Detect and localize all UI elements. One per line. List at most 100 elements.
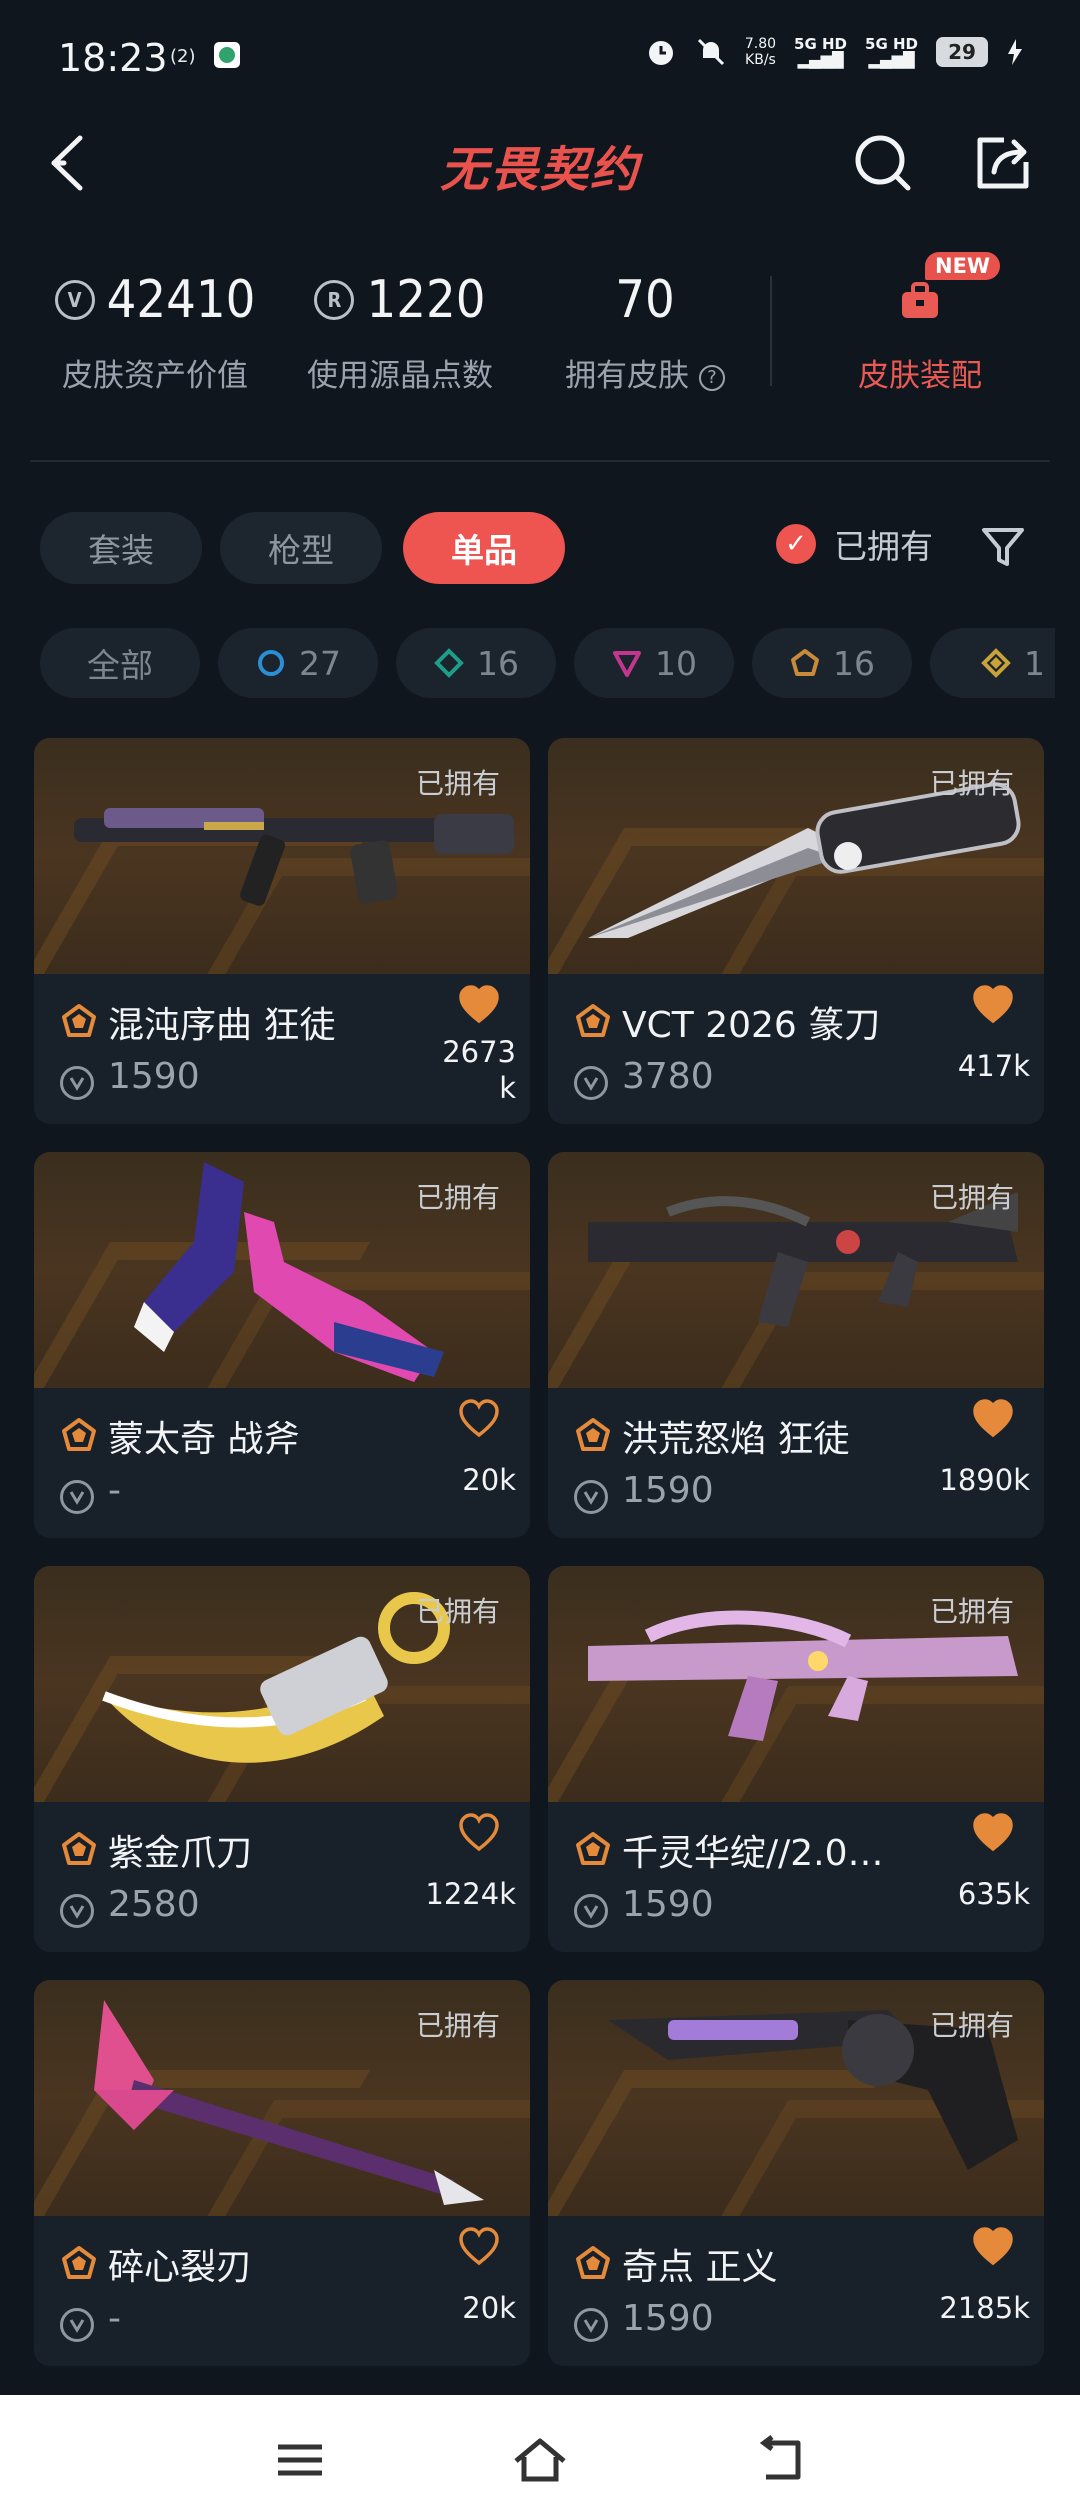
heart-icon[interactable] [458, 2226, 500, 2268]
alarm-icon [648, 41, 673, 65]
stat-owned-skins: 70 拥有皮肤 ? [555, 260, 735, 395]
stat-radianite: R 1220 使用源晶点数 [290, 260, 510, 395]
search-icon[interactable] [850, 130, 916, 196]
system-nav-bar [0, 2395, 1080, 2520]
skin-card[interactable]: 已拥有 蒙太奇 战斧 - 20k [34, 1152, 530, 1538]
exclusive-tier-icon [576, 1004, 610, 1037]
exclusive-tier-icon [576, 2246, 610, 2279]
skin-card[interactable]: 已拥有 混沌序曲 狂徒 1590 2673k [34, 738, 530, 1124]
skin-image: 已拥有 [34, 1152, 530, 1388]
owned-filter-label: 已拥有 [834, 527, 933, 566]
premium-tier-icon [613, 651, 641, 677]
skin-card[interactable]: 已拥有 碎心裂刃 - 20k [34, 1980, 530, 2366]
vp-price-icon [574, 1480, 608, 1514]
asset-value: 42410 [106, 270, 256, 330]
owned-filter-toggle[interactable]: ✓ 已拥有 [776, 520, 933, 568]
skin-card[interactable]: 已拥有 VCT 2026 篆刀 3780 417k [548, 738, 1044, 1124]
heart-icon[interactable] [458, 1398, 500, 1440]
skin-price: - [108, 2298, 121, 2339]
owned-tag: 已拥有 [929, 2009, 1014, 2042]
chip-exclusive-tier[interactable]: 16 [752, 628, 912, 698]
heart-icon[interactable] [972, 984, 1014, 1026]
heart-icon[interactable] [458, 1812, 500, 1854]
chip-count: 16 [833, 643, 875, 683]
tab-sets[interactable]: 套装 [40, 512, 202, 584]
skin-name: VCT 2026 篆刀 [622, 1005, 881, 1046]
help-icon[interactable]: ? [698, 364, 725, 391]
skin-card[interactable]: 已拥有 奇点 正义 1590 2185k [548, 1980, 1044, 2366]
vp-price-icon [60, 1480, 94, 1514]
vp-price-icon [574, 1066, 608, 1100]
exclusive-tier-icon [62, 1832, 96, 1865]
vp-price-icon [574, 2308, 608, 2342]
vp-price-icon [574, 1894, 608, 1928]
owned-tag: 已拥有 [415, 1595, 500, 1628]
skin-name: 碎心裂刃 [108, 2247, 253, 2288]
signal-sim2: 5G HD ▂▄▆█ [865, 35, 918, 69]
status-bar: 18:23 (2) 7.80 KB/s 5G HD ▂▄▆█ 5G HD ▂▄▆█ … [0, 0, 1080, 120]
tab-single[interactable]: 单品 [403, 512, 565, 584]
heart-icon[interactable] [972, 2226, 1014, 2268]
chip-count: 1 [1024, 643, 1045, 683]
share-icon[interactable] [970, 130, 1036, 196]
outfit-icon [902, 282, 938, 318]
chip-all[interactable]: 全部 [40, 628, 200, 698]
owned-tag: 已拥有 [415, 2009, 500, 2042]
exclusive-tier-icon [791, 649, 819, 676]
skin-image: 已拥有 [34, 1980, 530, 2216]
heart-icon[interactable] [458, 984, 500, 1026]
deluxe-tier-icon [434, 648, 464, 678]
radianite-coin-icon: R [314, 280, 355, 320]
chip-premium-tier[interactable]: 10 [574, 628, 734, 698]
like-count: 20k [462, 2291, 516, 2325]
owned-label-row: 拥有皮肤 ? [555, 350, 735, 395]
skin-image: 已拥有 [548, 1566, 1044, 1802]
outfit-button[interactable]: 皮肤装配 NEW [820, 252, 1020, 395]
net-speed-unit: KB/s [745, 52, 776, 68]
charging-icon [1008, 39, 1022, 65]
like-count: 20k [462, 1463, 516, 1497]
owned-tag: 已拥有 [929, 767, 1014, 800]
filter-icon[interactable] [978, 522, 1028, 572]
home-icon[interactable] [510, 2435, 570, 2485]
skin-card[interactable]: 已拥有 千灵华绽//2.0… 1590 635k [548, 1566, 1044, 1952]
sim2-label: 5G HD [865, 35, 918, 53]
skin-card[interactable]: 已拥有 紫金爪刀 2580 1224k [34, 1566, 530, 1952]
check-icon: ✓ [776, 524, 816, 564]
skin-name: 紫金爪刀 [108, 1833, 253, 1874]
chip-select-tier[interactable]: 27 [218, 628, 378, 698]
skin-price: 2580 [108, 1884, 200, 1925]
chip-count: 27 [299, 643, 341, 683]
tab-weapon-type[interactable]: 枪型 [220, 512, 382, 584]
exclusive-tier-icon [62, 1418, 96, 1451]
net-speed-value: 7.80 [744, 36, 777, 52]
mute-icon [697, 38, 724, 66]
app-notification-icon [214, 42, 240, 68]
heart-icon[interactable] [972, 1398, 1014, 1440]
exclusive-tier-icon [576, 1832, 610, 1865]
vp-price-icon [60, 1894, 94, 1928]
skin-name: 千灵华绽//2.0… [622, 1833, 884, 1874]
chip-ultra-tier[interactable]: 1 [930, 628, 1055, 698]
chip-all-label: 全部 [87, 646, 153, 685]
stats-panel: V 42410 皮肤资产价值 R 1220 使用源晶点数 70 拥有皮肤 ? 皮… [0, 252, 1080, 420]
owned-count: 70 [615, 270, 675, 330]
vp-price-icon [60, 2308, 94, 2342]
radianite-label: 使用源晶点数 [307, 358, 493, 394]
stat-asset-value: V 42410 皮肤资产价值 [40, 260, 270, 395]
skin-image: 已拥有 [548, 1152, 1044, 1388]
status-right-icons: 7.80 KB/s 5G HD ▂▄▆█ 5G HD ▂▄▆█ 29 [645, 36, 1024, 68]
heart-icon[interactable] [972, 1812, 1014, 1854]
owned-tag: 已拥有 [415, 767, 500, 800]
chip-deluxe-tier[interactable]: 16 [396, 628, 556, 698]
skin-card[interactable]: 已拥有 洪荒怒焰 狂徒 1590 1890k [548, 1152, 1044, 1538]
exclusive-tier-icon [62, 1004, 96, 1037]
owned-tag: 已拥有 [929, 1595, 1014, 1628]
like-count: 2185k [939, 2291, 1030, 2325]
skin-price: 1590 [622, 1470, 714, 1511]
skin-name: 蒙太奇 战斧 [108, 1419, 300, 1460]
vp-coin-icon: V [54, 280, 95, 320]
menu-icon[interactable] [270, 2435, 330, 2485]
select-tier-icon [258, 650, 284, 676]
back-nav-icon[interactable] [750, 2435, 810, 2485]
